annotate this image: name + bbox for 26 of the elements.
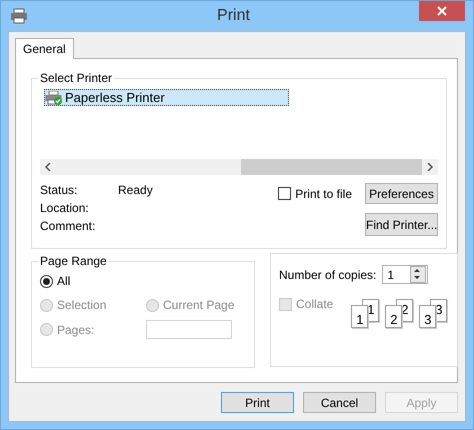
copies-spinbox[interactable]: 1 [382, 265, 428, 284]
close-button[interactable] [419, 1, 465, 21]
page-icon: 3 [419, 305, 436, 328]
scroll-thumb[interactable] [241, 159, 422, 175]
tab[interactable]: General [15, 38, 74, 59]
radio-option[interactable]: All [40, 272, 146, 290]
group-label: Page Range [39, 254, 108, 268]
field-label: Number of copies: [279, 268, 376, 282]
find-printer-button[interactable]: Find Printer... [365, 213, 438, 236]
page-icon: 2 [385, 305, 402, 328]
print-to-file-checkbox[interactable]: Print to file [278, 186, 352, 200]
dialog-button[interactable]: Print [221, 392, 294, 413]
dialog-button[interactable]: Cancel [303, 392, 376, 413]
printer-icon [10, 8, 28, 24]
field-label: Comment: [40, 219, 96, 233]
preferences-button[interactable]: Preferences [365, 183, 438, 204]
window-title: Print [216, 7, 251, 25]
field-value: Ready [118, 183, 153, 197]
horizontal-scrollbar[interactable] [40, 159, 438, 175]
field-label: Status: [40, 183, 78, 197]
printer-icon [45, 90, 63, 104]
printer-item[interactable]: Paperless Printer [44, 89, 289, 106]
page-icon: 1 [351, 305, 368, 328]
close-icon[interactable] [437, 6, 447, 16]
group-label: Select Printer [39, 71, 114, 85]
field-label: Location: [40, 201, 90, 215]
